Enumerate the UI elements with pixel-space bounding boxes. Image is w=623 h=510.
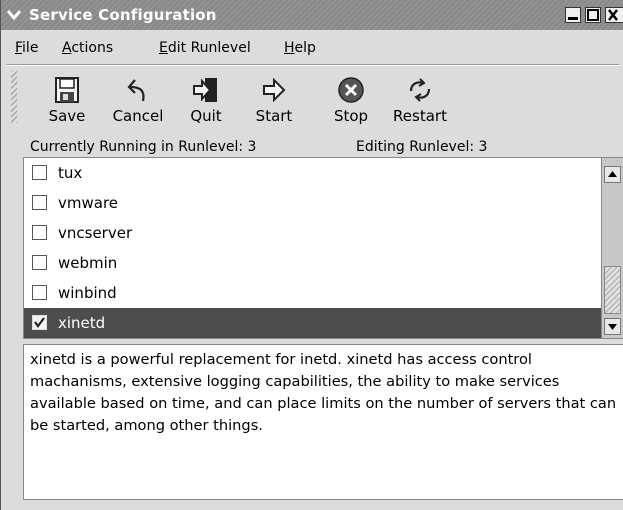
service-name: winbind — [58, 284, 117, 302]
title-bar[interactable]: Service Configuration — [1, 0, 623, 30]
service-name: vmware — [58, 194, 119, 212]
floppy-disk-icon — [52, 75, 82, 105]
window-title: Service Configuration — [29, 6, 217, 24]
cancel-button[interactable]: Cancel — [105, 67, 171, 131]
down-triangle-icon — [608, 324, 617, 330]
restart-label: Restart — [393, 107, 447, 125]
service-list: tux vmware vncserver webmin winbind xine… — [23, 157, 623, 339]
service-configuration-window: Service Configuration File Actions Edit … — [0, 0, 623, 510]
undo-arrow-icon — [123, 75, 153, 105]
checkmark-icon — [34, 317, 45, 328]
quit-label: Quit — [190, 107, 222, 125]
service-checkbox[interactable] — [32, 195, 47, 210]
service-name: xinetd — [58, 314, 106, 332]
stop-label: Stop — [333, 107, 369, 125]
service-checkbox[interactable] — [32, 255, 47, 270]
window-menu-chevron-icon[interactable] — [6, 7, 22, 23]
menu-actions-mnemonic: A — [62, 40, 72, 56]
editing-runlevel-status: Editing Runlevel: 3 — [356, 139, 488, 155]
minimize-button[interactable] — [565, 7, 581, 23]
menu-actions[interactable]: Actions — [62, 40, 113, 56]
restart-button[interactable]: Restart — [387, 67, 453, 131]
save-label: Save — [48, 107, 86, 125]
menu-bar: File Actions Edit Runlevel Help — [1, 32, 623, 62]
quit-button[interactable]: Quit — [181, 67, 231, 131]
scroll-down-button[interactable] — [604, 318, 621, 335]
service-row[interactable]: vncserver — [24, 218, 601, 248]
menu-edit-runlevel[interactable]: Edit Runlevel — [159, 40, 251, 56]
menu-file-label: ile — [22, 40, 39, 56]
service-list-scrollbar[interactable] — [601, 158, 623, 338]
close-button[interactable] — [605, 7, 623, 23]
service-checkbox[interactable] — [32, 165, 47, 180]
menu-edit-runlevel-mnemonic: E — [159, 40, 168, 56]
service-checkbox[interactable] — [32, 285, 47, 300]
cancel-label: Cancel — [112, 107, 164, 125]
service-row[interactable]: webmin — [24, 248, 601, 278]
window-bottom-edge — [1, 502, 623, 510]
start-button[interactable]: Start — [249, 67, 299, 131]
service-checkbox-checked[interactable] — [32, 315, 47, 330]
menu-actions-label: ctions — [71, 40, 114, 56]
service-name: tux — [58, 164, 83, 182]
service-row[interactable]: winbind — [24, 278, 601, 308]
service-checkbox[interactable] — [32, 225, 47, 240]
service-name: vncserver — [58, 224, 133, 242]
service-row-selected[interactable]: xinetd — [24, 308, 601, 338]
menu-file[interactable]: File — [15, 40, 38, 56]
toolbar: Save Cancel Quit Start Stop Restart — [1, 67, 623, 133]
menu-help-label: elp — [294, 40, 316, 56]
maximize-button[interactable] — [585, 7, 601, 23]
toolbar-grip-handle[interactable] — [11, 71, 17, 123]
menu-help-mnemonic: H — [284, 40, 295, 56]
current-runlevel-status: Currently Running in Runlevel: 3 — [30, 139, 257, 155]
menu-help[interactable]: Help — [284, 40, 316, 56]
right-arrow-icon — [259, 75, 289, 105]
service-description: xinetd is a powerful replacement for ine… — [23, 344, 623, 500]
scrollbar-thumb[interactable] — [604, 266, 621, 314]
save-button[interactable]: Save — [39, 67, 95, 131]
exit-door-icon — [191, 75, 221, 105]
scroll-up-button[interactable] — [604, 166, 621, 183]
menu-file-mnemonic: F — [15, 40, 23, 56]
service-row[interactable]: tux — [24, 158, 601, 188]
menu-toolbar-divider — [7, 64, 619, 66]
restart-arrows-icon — [405, 75, 435, 105]
up-triangle-icon — [608, 171, 617, 177]
start-label: Start — [255, 107, 293, 125]
stop-button[interactable]: Stop — [327, 67, 375, 131]
menu-edit-runlevel-label: dit Runlevel — [167, 40, 251, 56]
service-name: webmin — [58, 254, 118, 272]
service-row[interactable]: vmware — [24, 188, 601, 218]
stop-circle-icon — [336, 75, 366, 105]
